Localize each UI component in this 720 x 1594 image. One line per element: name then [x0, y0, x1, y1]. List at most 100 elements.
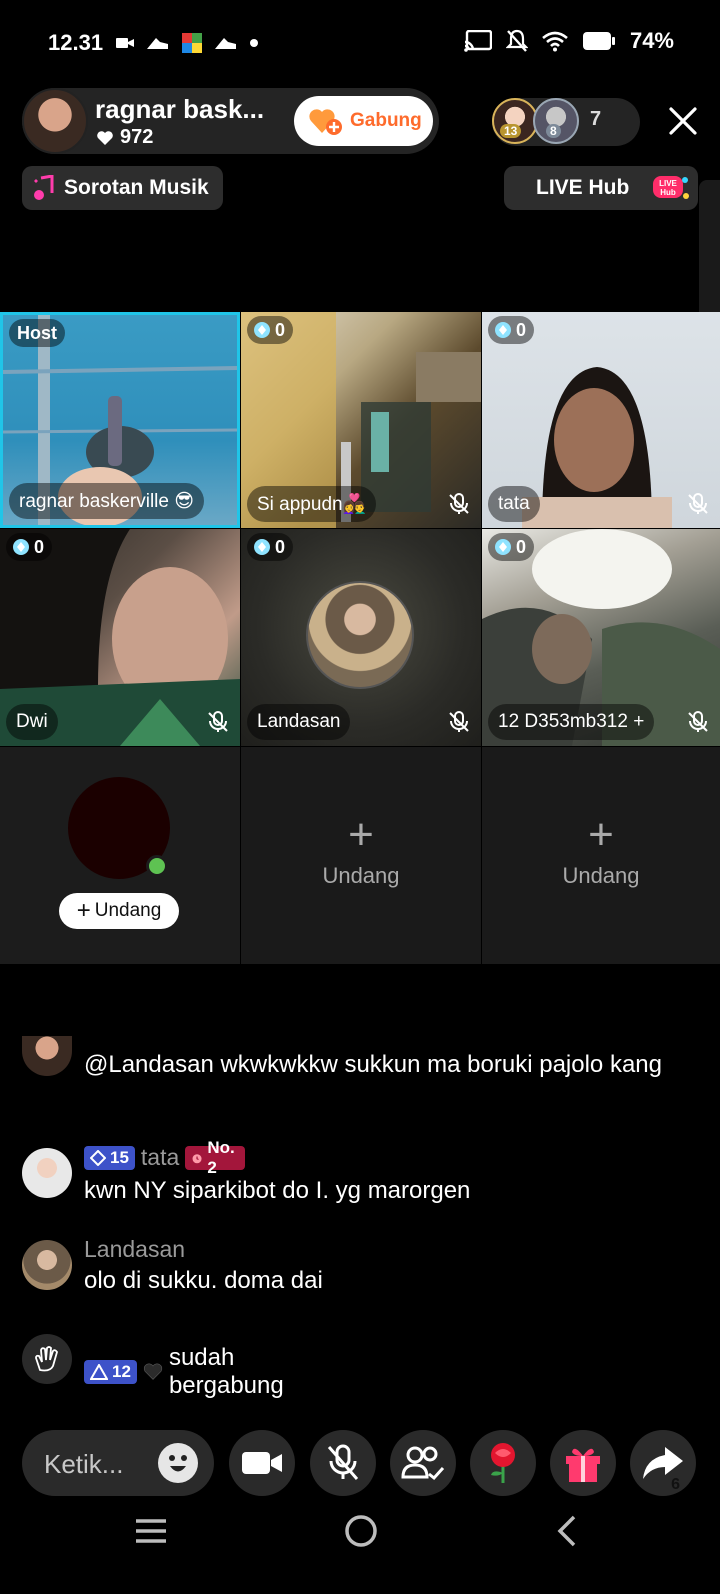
status-bar: 12.31 74% [0, 0, 720, 88]
guest-tile-dwi[interactable]: 0 Dwi [0, 529, 240, 746]
rose-gift-button[interactable] [470, 1430, 536, 1496]
status-notification-icons [116, 33, 258, 53]
svg-text:LIVE: LIVE [659, 179, 677, 188]
share-count: 6 [671, 1476, 680, 1493]
wifi-icon [542, 31, 568, 52]
mic-toggle-button[interactable] [310, 1430, 376, 1496]
gem-icon [254, 322, 270, 338]
guest-grid: Host ragnar baskerville 😎 0 Si appudn👩‍❤… [0, 312, 720, 964]
gift-box-icon [566, 1448, 600, 1482]
camera-button[interactable] [229, 1430, 295, 1496]
more-dot-icon [250, 39, 258, 47]
emoji-icon [169, 1455, 187, 1472]
level-number: 12 [112, 1362, 131, 1381]
invite-label: Undang [94, 900, 162, 921]
back-icon[interactable] [554, 1514, 580, 1548]
mic-muted-icon [688, 493, 708, 514]
video-camera-icon [242, 1452, 282, 1474]
guest-tile-d353mb312[interactable]: 0 12 D353mb312 + [482, 529, 720, 746]
plus-icon: + [588, 810, 614, 859]
join-label: Gabung [350, 110, 422, 131]
bottom-action-bar: Ketik... 6 [0, 1430, 720, 1496]
rose-icon [491, 1443, 515, 1483]
chat-user-avatar[interactable] [22, 1148, 72, 1198]
mic-off-icon [327, 1444, 359, 1480]
emoji-button[interactable] [158, 1443, 198, 1483]
live-hub-pill[interactable]: LIVE Hub LIVE Hub [504, 166, 698, 210]
recent-apps-icon[interactable] [134, 1516, 168, 1546]
guest-name: Landasan [247, 704, 351, 740]
guest-score-badge: 0 [6, 533, 53, 561]
guest-score: 0 [275, 319, 286, 340]
mic-muted-icon [449, 493, 469, 514]
chat-user-avatar[interactable] [22, 1036, 72, 1076]
own-slot: + Undang [0, 747, 240, 964]
video-notification-icon [116, 38, 134, 48]
shoe-notification-icon-2 [215, 38, 236, 49]
empty-slot-invite[interactable]: + Undang [482, 747, 720, 964]
guest-score-badge: 0 [488, 316, 535, 344]
system-nav-bar [0, 1500, 720, 1594]
home-icon[interactable] [344, 1514, 378, 1548]
chat-text: @Landasan wkwkwkkw sukkun ma boruki pajo… [84, 1051, 662, 1078]
status-time: 12.31 [48, 30, 104, 55]
mic-muted-icon [449, 711, 469, 732]
live-hub-icon: LIVEHub [653, 176, 689, 199]
empty-slot-invite[interactable]: + Undang [241, 747, 481, 964]
guest-name: Si appudn👩‍❤️‍👨 [247, 486, 377, 522]
viewer-count[interactable]: 7 [590, 108, 601, 131]
level-badge: 15 [84, 1145, 135, 1170]
mic-muted-icon [208, 711, 228, 732]
people-check-icon [401, 1446, 445, 1481]
guest-tile-si-appudn[interactable]: 0 Si appudn👩‍❤️‍👨 [241, 312, 481, 528]
chat-username[interactable]: tata [141, 1144, 179, 1171]
guest-tile-tata[interactable]: 0 tata [482, 312, 720, 528]
live-hub-label: LIVE Hub [536, 176, 630, 199]
guest-name[interactable]: 12 D353mb312 + [488, 704, 655, 740]
guest-score: 0 [275, 536, 286, 557]
guest-score: 0 [34, 536, 45, 557]
guest-name: Dwi [6, 704, 58, 740]
host-avatar[interactable] [22, 88, 88, 154]
share-button[interactable]: 6 [630, 1430, 696, 1496]
host-badge: Host [9, 319, 65, 347]
shoe-notification-icon [147, 38, 168, 49]
heart-plus-icon [309, 109, 342, 135]
game-notification-icon [182, 33, 202, 53]
guest-score-badge: 0 [247, 316, 294, 344]
chat-username[interactable]: Landasan [84, 1236, 185, 1263]
music-highlight-pill[interactable]: Sorotan Musik [22, 166, 223, 210]
join-button[interactable]: Gabung [294, 96, 433, 146]
alarm-icon [192, 1153, 202, 1163]
empty-slot-label: Undang [322, 863, 400, 888]
close-icon[interactable] [666, 104, 700, 138]
top-viewer-badge-2: 8 [546, 124, 561, 138]
invite-button[interactable]: + Undang [59, 893, 179, 929]
guest-score-badge: 0 [488, 533, 535, 561]
level-badge: 12 [84, 1360, 137, 1384]
status-system-icons: 74% [464, 28, 674, 54]
music-note-icon [34, 175, 54, 200]
comment-input[interactable]: Ketik... [22, 1430, 214, 1496]
join-line: 12 sudah bergabung [84, 1344, 294, 1400]
guest-tile-landasan[interactable]: 0 Landasan [241, 529, 481, 746]
guest-avatar [306, 581, 414, 689]
chat-user-avatar[interactable] [22, 1240, 72, 1290]
guest-score: 0 [516, 319, 527, 340]
guest-name: tata [488, 486, 540, 522]
mic-muted-icon [688, 711, 708, 732]
guest-tile-host[interactable]: Host ragnar baskerville 😎 [0, 312, 240, 528]
gift-button[interactable] [550, 1430, 616, 1496]
host-name[interactable]: ragnar bask... [95, 94, 264, 125]
top-viewer-badge-1: 13 [500, 124, 522, 138]
host-likes: 972 [96, 126, 153, 149]
join-text: sudah bergabung [168, 1344, 284, 1399]
battery-percent: 74% [629, 28, 674, 53]
diamond-icon [90, 1149, 106, 1166]
wave-hand-icon [22, 1334, 72, 1384]
rank-text: No. 2 [207, 1137, 235, 1177]
music-label: Sorotan Musik [64, 176, 209, 199]
guests-button[interactable] [390, 1430, 456, 1496]
chat-user-line: 15 tata No. 2 [84, 1138, 245, 1177]
guest-score: 0 [516, 536, 527, 557]
